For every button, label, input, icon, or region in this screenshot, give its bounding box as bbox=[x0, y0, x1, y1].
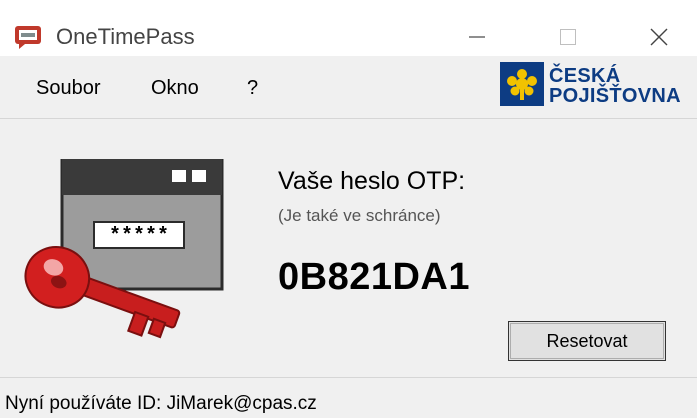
password-key-icon: ***** bbox=[24, 159, 224, 339]
reset-button-label: Resetovat bbox=[546, 330, 628, 351]
maximize-icon bbox=[560, 29, 576, 45]
close-icon bbox=[650, 28, 668, 46]
chat-window-icon bbox=[15, 26, 41, 49]
brand-line-1: ČESKÁ bbox=[549, 65, 621, 87]
status-text: Nyní používáte ID: JiMarek@cpas.cz bbox=[5, 393, 317, 414]
close-button[interactable] bbox=[634, 18, 684, 56]
brand-logo: ČESKÁ POJIŠŤOVNA bbox=[497, 60, 697, 110]
minimize-button[interactable] bbox=[452, 18, 502, 56]
app-window: OneTimePass Soubor Okno ? ČESKÁ POJIŠŤOV… bbox=[0, 0, 697, 418]
brand-line-2: POJIŠŤOVNA bbox=[549, 85, 681, 107]
maximize-button[interactable] bbox=[543, 18, 593, 56]
title-bar[interactable]: OneTimePass bbox=[0, 0, 697, 56]
masked-password-field: ***** bbox=[109, 225, 169, 248]
menu-soubor[interactable]: Soubor bbox=[36, 77, 101, 99]
ceska-pojistovna-logo-icon bbox=[500, 62, 544, 106]
reset-button[interactable]: Resetovat bbox=[508, 321, 666, 361]
minimize-icon bbox=[469, 36, 485, 38]
status-bar: Nyní používáte ID: JiMarek@cpas.cz bbox=[0, 377, 697, 418]
otp-code: 0B821DA1 bbox=[278, 256, 470, 298]
clipboard-note: (Je také ve schránce) bbox=[278, 206, 441, 225]
main-content: ***** Vaše heslo OTP: (Je také ve schrán… bbox=[0, 119, 697, 377]
otp-heading: Vaše heslo OTP: bbox=[278, 167, 466, 195]
menu-okno[interactable]: Okno bbox=[151, 77, 199, 99]
window-title: OneTimePass bbox=[56, 24, 195, 49]
menu-help[interactable]: ? bbox=[247, 77, 258, 99]
